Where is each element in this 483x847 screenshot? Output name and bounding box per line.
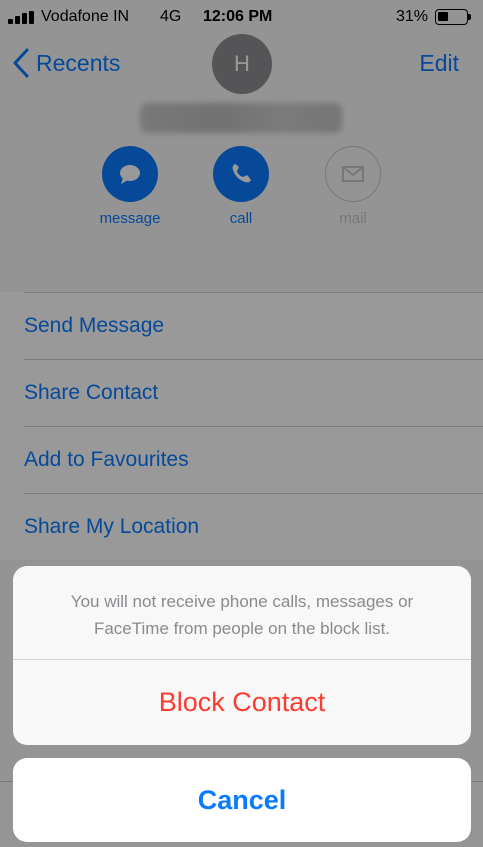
block-action-sheet: You will not receive phone calls, messag… [13,566,471,745]
action-sheet-message: You will not receive phone calls, messag… [13,566,471,660]
contact-screen: Vodafone IN 4G 12:06 PM 31% Recents H Ed… [0,0,483,847]
cancel-button[interactable]: Cancel [13,758,471,842]
block-contact-button[interactable]: Block Contact [13,660,471,745]
